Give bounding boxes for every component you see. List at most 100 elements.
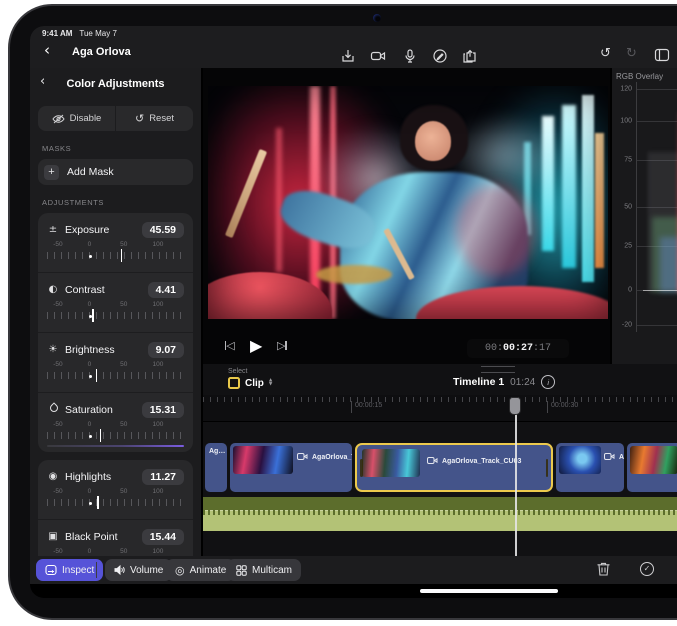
timeline-drag-handle[interactable] — [481, 366, 515, 373]
clips-track: Ag… AgaOrlova_Track_Wid… AgaOrlov — [203, 443, 677, 492]
select-chevrons-icon: ▲▼ — [269, 379, 272, 388]
volume-label: Volume — [130, 565, 163, 576]
trim-handle-right[interactable] — [546, 459, 549, 477]
play-icon[interactable]: ▶ — [250, 336, 262, 355]
clip[interactable]: Ag… — [205, 443, 227, 492]
animate-label: Animate — [190, 565, 227, 576]
clip-camera-icon — [604, 448, 615, 466]
slider-cursor[interactable] — [121, 249, 123, 262]
exposure-slider[interactable]: -50 0 50 100 — [47, 241, 184, 267]
clip-label: AgaOrlova_Track_Wid… — [312, 454, 352, 461]
ruler-ticks — [203, 397, 677, 402]
pencil-circle-icon[interactable] — [432, 48, 448, 64]
scope-waveform — [636, 82, 677, 332]
playhead[interactable] — [509, 397, 521, 415]
clip-type-icon — [228, 377, 240, 389]
animate-button[interactable]: ◎ Animate — [166, 559, 235, 581]
scope-tick: 50 — [614, 204, 632, 211]
status-time: 9:41 AM — [42, 29, 72, 38]
brightness-slider[interactable]: -50 0 50 100 — [47, 361, 184, 387]
inspect-button[interactable]: Inspect — [36, 559, 103, 581]
redo-icon[interactable]: ↻ — [626, 46, 637, 61]
saturation-slider[interactable]: -50 0 50 100 — [47, 421, 184, 447]
slider-cursor[interactable] — [100, 429, 102, 442]
trim-handle-left[interactable] — [360, 459, 363, 477]
clip-label: A… — [619, 454, 624, 461]
undo-icon[interactable]: ↺ — [600, 46, 611, 61]
slider-cursor[interactable] — [96, 369, 98, 382]
clip[interactable]: A… — [556, 443, 624, 492]
volume-button[interactable]: Volume — [105, 559, 172, 581]
clip-label: Ag… — [209, 448, 225, 455]
scale-label: -50 — [53, 488, 62, 495]
slider-ticks — [47, 499, 184, 506]
reset-button[interactable]: ↺ Reset — [115, 106, 193, 131]
mic-icon[interactable] — [402, 48, 418, 64]
contrast-slider[interactable]: -50 0 50 100 — [47, 301, 184, 327]
exposure-value-field[interactable]: 45.59 — [142, 222, 184, 238]
clip-label: AgaOrlova_Track_CU03 — [442, 458, 521, 465]
timecode-main: 00:27 — [503, 343, 533, 354]
timeline-ruler[interactable]: 00:00:15 00:00:30 — [203, 395, 677, 422]
skip-forward-icon[interactable]: ▷ — [277, 339, 287, 352]
ipad-device: 9:41 AM Tue May 7 ‹ Aga Orlova ↺ ↻ — [8, 4, 677, 620]
scale-label: 50 — [120, 361, 127, 368]
share-icon[interactable] — [461, 48, 477, 64]
scope-tick: 75 — [614, 157, 632, 164]
brightness-value-field[interactable]: 9.07 — [148, 342, 184, 358]
home-indicator[interactable] — [420, 589, 558, 593]
highlights-value-field[interactable]: 11.27 — [142, 469, 184, 485]
video-preview — [208, 86, 608, 319]
disable-button[interactable]: Disable — [38, 106, 115, 131]
contrast-icon: ◐ — [47, 284, 59, 295]
timeline: Select Clip ▲▼ Timeline 1 01:24 i ⌒ 00:0… — [203, 364, 677, 556]
reset-label: Reset — [149, 113, 174, 124]
import-icon[interactable] — [340, 48, 356, 64]
brightness-icon: ☀ — [47, 344, 59, 355]
status-bar: 9:41 AM Tue May 7 — [42, 29, 117, 38]
back-chevron-icon[interactable]: ‹ — [44, 43, 50, 58]
ruler-label: 00:00:15 — [351, 401, 382, 413]
plus-minus-icon: ± — [47, 224, 59, 235]
panel-back-chevron-icon[interactable]: ‹ — [40, 74, 45, 89]
done-icon[interactable]: ✓ — [640, 562, 654, 576]
slider-cursor[interactable] — [97, 496, 99, 509]
adjustment-label: Saturation — [65, 404, 136, 416]
slider-origin-dot — [89, 375, 92, 378]
clip-selected[interactable]: AgaOrlova_Track_CU03 — [355, 443, 553, 492]
clip[interactable]: AgaOrlova_Track_Wid… — [230, 443, 352, 492]
contrast-value-field[interactable]: 4.41 — [148, 282, 184, 298]
timecode-display[interactable]: 00:00:27:17 — [467, 339, 569, 358]
black-point-value-field[interactable]: 15.44 — [142, 529, 184, 545]
video-camera-icon[interactable] — [370, 48, 386, 64]
highlights-slider[interactable]: -50 0 50 100 — [47, 488, 184, 514]
status-date: Tue May 7 — [79, 29, 117, 38]
slider-cursor[interactable] — [92, 309, 94, 322]
skip-back-icon[interactable]: ◁ — [225, 339, 235, 352]
scale-label: 50 — [120, 301, 127, 308]
saturation-value-field[interactable]: 15.31 — [142, 402, 184, 418]
front-camera-icon — [373, 14, 381, 22]
scale-label: -50 — [53, 548, 62, 555]
black-point-icon: ▣ — [47, 531, 59, 542]
slider-ticks — [47, 252, 184, 259]
multicam-button[interactable]: Multicam — [227, 559, 301, 581]
media-browser-icon[interactable] — [654, 48, 670, 64]
scale-label: -50 — [53, 421, 62, 428]
adjustment-label: Highlights — [65, 471, 136, 483]
clip-selector[interactable]: Clip ▲▼ — [228, 377, 272, 389]
audio-track[interactable] — [203, 497, 677, 530]
clip-selector-label: Clip — [245, 378, 264, 389]
eye-off-icon — [52, 114, 65, 124]
add-mask-button[interactable]: + Add Mask — [38, 159, 193, 185]
bottom-toolbar: Inspect Volume ◎ Animate Multicam ✓ — [30, 556, 677, 584]
adjustments-section-label: ADJUSTMENTS — [42, 198, 201, 207]
info-icon[interactable]: i — [541, 375, 555, 389]
timecode-frames: :17 — [533, 343, 551, 354]
top-bar: 9:41 AM Tue May 7 ‹ Aga Orlova ↺ ↻ — [30, 26, 677, 68]
clip[interactable] — [627, 443, 677, 492]
project-title: Aga Orlova — [72, 46, 131, 58]
viewer: ◁ ▶ ▷ 00:00:27:17 — [203, 68, 610, 364]
scale-label: 0 — [88, 361, 92, 368]
trash-icon[interactable] — [596, 561, 611, 582]
